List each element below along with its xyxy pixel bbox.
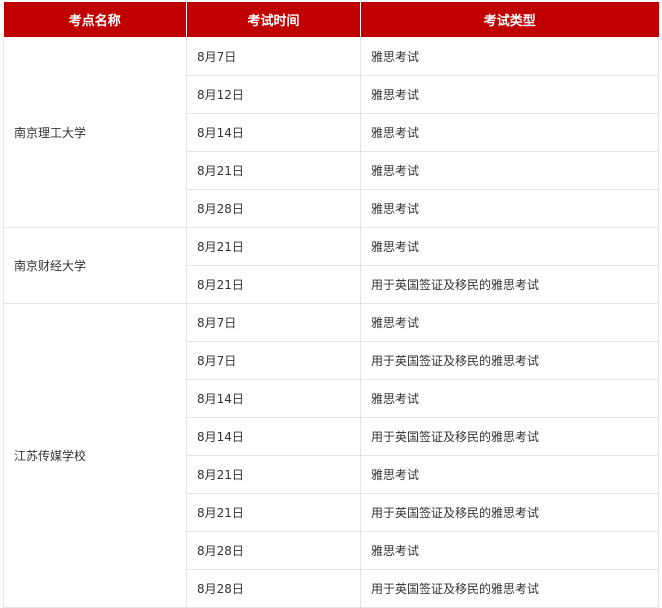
exam-type-cell: 雅思考试 — [360, 227, 659, 266]
header-exam-time: 考试时间 — [186, 2, 361, 38]
exam-type-cell: 雅思考试 — [360, 455, 659, 494]
exam-date-cell: 8月21日 — [186, 265, 361, 304]
table-body: 南京理工大学 8月7日 雅思考试 8月12日 雅思考试 8月14日 雅思考试 8月21日 雅思考… — [3, 37, 659, 608]
venue-cell: 江苏传媒学校 — [3, 303, 187, 608]
header-exam-type: 考试类型 — [360, 2, 659, 38]
exam-date-cell: 8月12日 — [186, 75, 361, 114]
table-row: 江苏传媒学校 8月7日 雅思考试 — [3, 303, 659, 608]
exam-date-cell: 8月7日 — [186, 303, 361, 342]
venue-cell: 南京财经大学 — [3, 227, 187, 304]
exam-date-cell: 8月7日 — [186, 37, 361, 76]
exam-date-cell: 8月14日 — [186, 113, 361, 152]
exam-type-cell: 雅思考试 — [360, 151, 659, 190]
exam-date-cell: 8月21日 — [186, 455, 361, 494]
table-row: 南京财经大学 8月21日 雅思考试 — [3, 227, 659, 304]
exam-date-cell: 8月28日 — [186, 569, 361, 608]
exam-date-cell: 8月21日 — [186, 151, 361, 190]
exam-type-cell: 雅思考试 — [360, 189, 659, 228]
exam-date-cell: 8月28日 — [186, 531, 361, 570]
exam-date-cell: 8月14日 — [186, 379, 361, 418]
exam-type-cell: 雅思考试 — [360, 113, 659, 152]
exam-type-cell: 用于英国签证及移民的雅思考试 — [360, 417, 659, 456]
exam-schedule-container: 考点名称 考试时间 考试类型 南京理工大学 8月7日 雅思考试 8月12日 雅思考试 8月… — [3, 2, 659, 608]
exam-type-cell: 雅思考试 — [360, 37, 659, 76]
exam-type-cell: 雅思考试 — [360, 75, 659, 114]
header-venue: 考点名称 — [3, 2, 187, 38]
table-row: 南京理工大学 8月7日 雅思考试 — [3, 37, 659, 228]
exam-date-cell: 8月21日 — [186, 493, 361, 532]
exam-type-cell: 用于英国签证及移民的雅思考试 — [360, 569, 659, 608]
exam-type-cell: 雅思考试 — [360, 379, 659, 418]
exam-date-cell: 8月14日 — [186, 417, 361, 456]
venue-cell: 南京理工大学 — [3, 37, 187, 228]
exam-type-cell: 用于英国签证及移民的雅思考试 — [360, 265, 659, 304]
exam-schedule-table: 考点名称 考试时间 考试类型 南京理工大学 8月7日 雅思考试 8月12日 雅思考试 8月… — [3, 2, 659, 608]
exam-type-cell: 雅思考试 — [360, 531, 659, 570]
exam-type-cell: 用于英国签证及移民的雅思考试 — [360, 493, 659, 532]
exam-type-cell: 雅思考试 — [360, 303, 659, 342]
exam-date-cell: 8月28日 — [186, 189, 361, 228]
exam-date-cell: 8月21日 — [186, 227, 361, 266]
exam-type-cell: 用于英国签证及移民的雅思考试 — [360, 341, 659, 380]
table-header-row: 考点名称 考试时间 考试类型 — [3, 2, 659, 38]
exam-date-cell: 8月7日 — [186, 341, 361, 380]
